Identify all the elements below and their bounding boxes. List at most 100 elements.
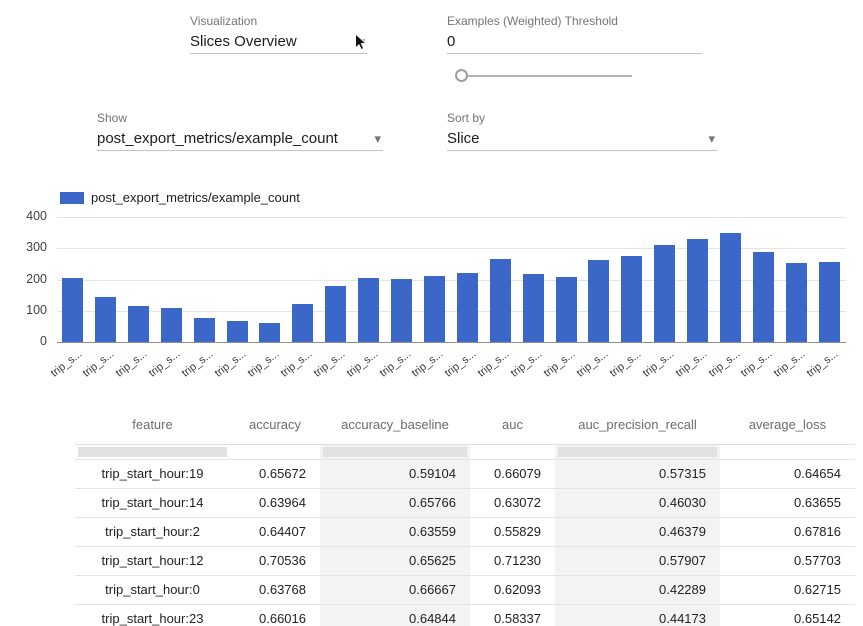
metric-cell: 0.64407 — [230, 517, 320, 546]
bar[interactable] — [621, 256, 642, 342]
bar[interactable] — [128, 306, 149, 342]
metric-cell: 0.57907 — [555, 546, 720, 575]
feature-cell: trip_start_hour:2 — [75, 517, 230, 546]
show-dropdown[interactable]: post_export_metrics/example_count ▾ — [97, 128, 383, 151]
column-header[interactable]: auc — [470, 406, 555, 444]
filter-box — [558, 447, 717, 457]
bar[interactable] — [424, 276, 445, 342]
bar[interactable] — [227, 321, 248, 342]
filter-row — [75, 444, 855, 459]
bar[interactable] — [588, 260, 609, 342]
bar[interactable] — [259, 323, 280, 342]
slider-thumb[interactable] — [455, 69, 468, 82]
metric-cell: 0.66079 — [470, 459, 555, 488]
gridline — [57, 342, 846, 343]
metric-cell: 0.59104 — [320, 459, 470, 488]
metric-cell: 0.65142 — [720, 604, 855, 626]
filter-box — [323, 447, 467, 457]
bar[interactable] — [819, 262, 840, 342]
bar[interactable] — [753, 252, 774, 342]
metric-cell: 0.65672 — [230, 459, 320, 488]
slicing-metrics-browser: Visualization Slices Overview ▾ Examples… — [0, 0, 863, 626]
metric-cell: 0.64844 — [320, 604, 470, 626]
bar[interactable] — [720, 233, 741, 342]
chevron-down-icon[interactable]: ▾ — [374, 131, 381, 147]
metric-cell: 0.46379 — [555, 517, 720, 546]
metrics-table-container: featureaccuracyaccuracy_baselineaucauc_p… — [75, 406, 855, 626]
slider-track[interactable] — [460, 75, 632, 77]
sort-by-label: Sort by — [447, 111, 485, 125]
metric-cell: 0.63072 — [470, 488, 555, 517]
chart-legend: post_export_metrics/example_count — [60, 190, 300, 205]
mouse-cursor-icon — [354, 33, 368, 52]
metric-cell: 0.66667 — [320, 575, 470, 604]
metric-cell: 0.63768 — [230, 575, 320, 604]
bar[interactable] — [95, 297, 116, 342]
bar[interactable] — [556, 277, 577, 342]
column-header[interactable]: feature — [75, 406, 230, 444]
table-row[interactable]: trip_start_hour:00.637680.666670.620930.… — [75, 575, 855, 604]
bar[interactable] — [161, 308, 182, 342]
table-row[interactable]: trip_start_hour:190.656720.591040.660790… — [75, 459, 855, 488]
metric-cell: 0.44173 — [555, 604, 720, 626]
metric-cell: 0.65766 — [320, 488, 470, 517]
metric-cell: 0.58337 — [470, 604, 555, 626]
bar[interactable] — [62, 278, 83, 342]
feature-cell: trip_start_hour:19 — [75, 459, 230, 488]
bar[interactable] — [786, 263, 807, 342]
y-tick-label: 300 — [0, 240, 47, 254]
metric-cell: 0.65625 — [320, 546, 470, 575]
threshold-slider[interactable] — [455, 68, 637, 84]
bar[interactable] — [687, 239, 708, 342]
y-tick-label: 400 — [0, 209, 47, 223]
bar[interactable] — [358, 278, 379, 342]
metric-cell: 0.55829 — [470, 517, 555, 546]
column-header[interactable]: accuracy — [230, 406, 320, 444]
bar[interactable] — [523, 274, 544, 342]
feature-cell: trip_start_hour:0 — [75, 575, 230, 604]
show-label: Show — [97, 111, 127, 125]
metric-cell: 0.46030 — [555, 488, 720, 517]
metric-cell: 0.66016 — [230, 604, 320, 626]
table-row[interactable]: trip_start_hour:140.639640.657660.630720… — [75, 488, 855, 517]
column-header[interactable]: auc_precision_recall — [555, 406, 720, 444]
feature-cell: trip_start_hour:12 — [75, 546, 230, 575]
metric-cell: 0.67816 — [720, 517, 855, 546]
bar[interactable] — [325, 286, 346, 342]
column-header[interactable]: accuracy_baseline — [320, 406, 470, 444]
metric-cell: 0.71230 — [470, 546, 555, 575]
x-axis: trip_s...trip_s...trip_s...trip_s...trip… — [57, 348, 846, 390]
y-tick-label: 100 — [0, 303, 47, 317]
header-row: featureaccuracyaccuracy_baselineaucauc_p… — [75, 406, 855, 444]
metric-cell: 0.42289 — [555, 575, 720, 604]
bar-plot — [57, 217, 846, 342]
visualization-dropdown[interactable]: Slices Overview ▾ — [190, 31, 367, 54]
example-count-chart: post_export_metrics/example_count 010020… — [0, 190, 863, 390]
feature-cell: trip_start_hour:23 — [75, 604, 230, 626]
chevron-down-icon[interactable]: ▾ — [708, 131, 715, 147]
visualization-value: Slices Overview — [190, 31, 367, 53]
metric-cell: 0.57315 — [555, 459, 720, 488]
bar[interactable] — [457, 273, 478, 342]
metric-cell: 0.63964 — [230, 488, 320, 517]
sort-by-dropdown[interactable]: Slice ▾ — [447, 128, 717, 151]
bar[interactable] — [194, 318, 215, 342]
bar[interactable] — [391, 279, 412, 342]
table-row[interactable]: trip_start_hour:20.644070.635590.558290.… — [75, 517, 855, 546]
threshold-input[interactable]: 0 — [447, 31, 702, 54]
table-row[interactable]: trip_start_hour:230.660160.648440.583370… — [75, 604, 855, 626]
metric-cell: 0.70536 — [230, 546, 320, 575]
metric-cell: 0.62715 — [720, 575, 855, 604]
show-value: post_export_metrics/example_count — [97, 128, 383, 150]
threshold-label: Examples (Weighted) Threshold — [447, 14, 618, 28]
feature-cell: trip_start_hour:14 — [75, 488, 230, 517]
table-row[interactable]: trip_start_hour:120.705360.656250.712300… — [75, 546, 855, 575]
legend-label: post_export_metrics/example_count — [91, 190, 300, 205]
metric-cell: 0.64654 — [720, 459, 855, 488]
bar[interactable] — [654, 245, 675, 342]
bar[interactable] — [292, 304, 313, 342]
metrics-table: featureaccuracyaccuracy_baselineaucauc_p… — [75, 406, 855, 626]
bar[interactable] — [490, 259, 511, 342]
y-tick-label: 0 — [0, 334, 47, 348]
column-header[interactable]: average_loss — [720, 406, 855, 444]
